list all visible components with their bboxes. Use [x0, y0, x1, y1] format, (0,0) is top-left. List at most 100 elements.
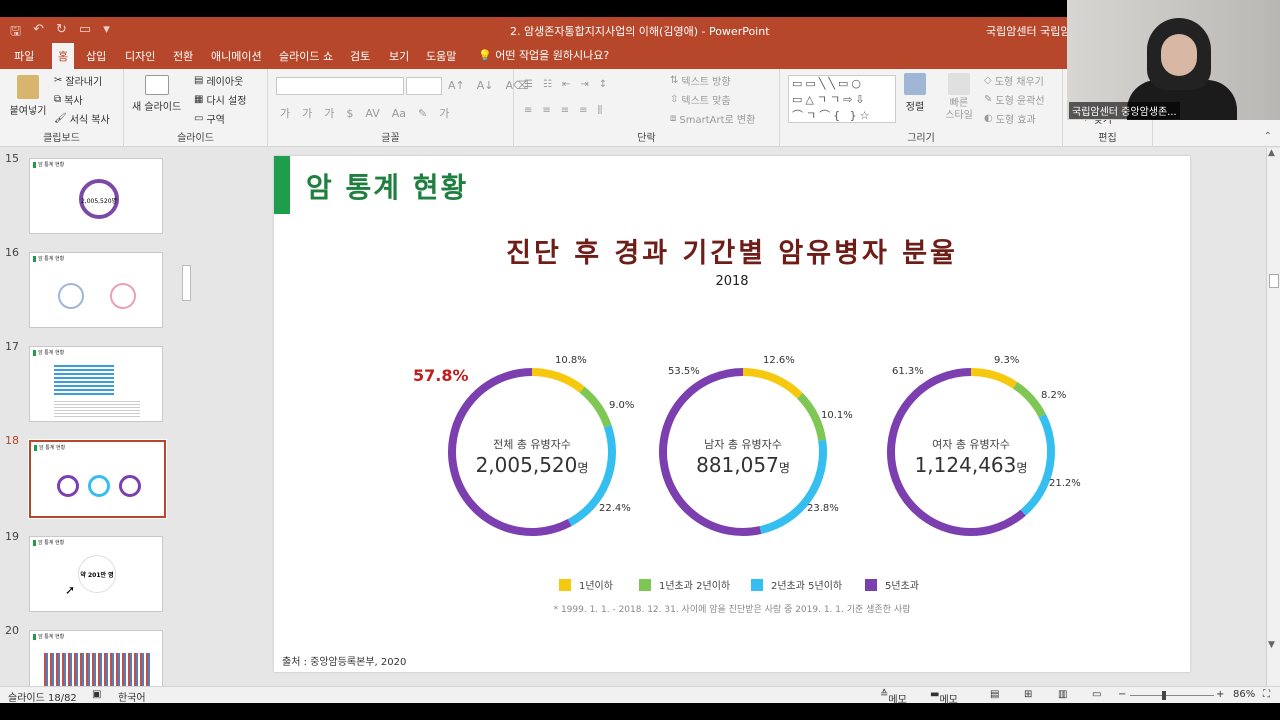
shape-outline-button[interactable]: ✎ 도형 윤곽선 [984, 92, 1045, 107]
bullets-icon[interactable]: ☰ [524, 79, 533, 90]
undo-icon[interactable]: ↶ [33, 22, 44, 44]
case-icon[interactable]: Aa [392, 107, 406, 120]
highlight-icon[interactable]: ✎ [418, 107, 427, 120]
tab-view[interactable]: 보기 [389, 48, 409, 64]
legend-item: 2년초과 5년이하 [751, 577, 842, 592]
cut-button[interactable]: ✂ 잘라내기 [54, 73, 102, 88]
align-right-icon[interactable]: ≡ [561, 105, 569, 116]
customize-qat-icon[interactable]: ▾ [103, 22, 110, 44]
thumbnail-scroll-thumb[interactable] [182, 265, 191, 301]
tab-home[interactable]: 홈 [52, 43, 75, 69]
slide-canvas[interactable]: 암 통계 현황 진단 후 경과 기간별 암유병자 분율 2018 57.8% 전… [274, 156, 1190, 672]
font-name-combo[interactable] [276, 77, 404, 95]
spellcheck-icon[interactable]: ▣ [92, 689, 101, 700]
justify-icon[interactable]: ≡ [579, 105, 587, 116]
tab-file[interactable]: 파일 [14, 48, 34, 64]
tab-animations[interactable]: 애니메이션 [211, 48, 262, 64]
slide-thumbnail-20[interactable]: 암 통계 현황 [29, 630, 163, 693]
unit: 명 [1016, 461, 1028, 475]
redo-icon[interactable]: ↻ [56, 22, 67, 44]
editor-scrollbar[interactable]: ▲ ▼ [1266, 148, 1280, 693]
zoom-slider-thumb[interactable] [1162, 691, 1166, 700]
thumbnail-donut [57, 475, 79, 497]
layout-button[interactable]: ▤ 레이아웃 [194, 73, 243, 88]
shape-effects-button[interactable]: ◐ 도형 효과 [984, 111, 1036, 126]
zoom-in-icon[interactable]: + [1216, 689, 1224, 700]
tab-design[interactable]: 디자인 [125, 48, 155, 64]
new-slide-button[interactable]: 새 슬라이드 [132, 75, 181, 113]
scroll-up-icon[interactable]: ▲ [1268, 148, 1275, 158]
copy-button[interactable]: ⧉ 복사 [54, 92, 83, 107]
columns-icon[interactable]: ⫼ [598, 105, 603, 116]
section-button[interactable]: ▭ 구역 [194, 111, 225, 126]
legend-swatch [559, 578, 571, 591]
tell-me-search[interactable]: 💡 어떤 작업을 원하시나요? [478, 47, 609, 63]
tab-transitions[interactable]: 전환 [173, 48, 193, 64]
numbering-icon[interactable]: ☷ [543, 79, 552, 90]
strikethrough-icon[interactable]: $ [346, 107, 353, 120]
arrange-button[interactable]: 정렬 [904, 73, 926, 113]
reset-button[interactable]: ▦ 다시 설정 [194, 92, 246, 107]
reading-view-icon[interactable]: ▥ [1058, 689, 1067, 700]
fit-to-window-icon[interactable]: ⛶ [1263, 689, 1270, 700]
thumbnail-scrollbar[interactable] [180, 167, 193, 697]
thumbnail-number: 15 [5, 152, 19, 165]
present-icon[interactable]: ▭ [79, 22, 91, 44]
language-indicator[interactable]: 한국어 [118, 689, 146, 704]
donut-value: 1,124,463명 [884, 453, 1058, 477]
quick-styles-button[interactable]: 빠른 스타일 [944, 73, 974, 122]
slide-thumbnail-16[interactable]: 암 통계 현황 [29, 252, 163, 328]
scroll-down-icon[interactable]: ▼ [1268, 640, 1275, 650]
decrease-indent-icon[interactable]: ⇤ [562, 79, 570, 90]
save-icon[interactable]: 🖫 [10, 22, 21, 44]
spacing-icon[interactable]: AV [365, 107, 379, 120]
slide-thumbnail-19[interactable]: 암 통계 현황 약 201만 명 [29, 536, 163, 612]
bold-icon[interactable]: 가 [280, 105, 290, 121]
editor-scroll-thumb[interactable] [1269, 274, 1279, 288]
thumbnail-number: 16 [5, 246, 19, 259]
legend-item: 1년초과 2년이하 [639, 577, 730, 592]
format-painter-button[interactable]: 🖌 서식 복사 [54, 111, 110, 126]
pct-label: 10.8% [555, 355, 587, 366]
slideshow-icon[interactable]: ▭ [1092, 689, 1101, 700]
slide-thumbnail-18[interactable]: 암 통계 현황 [28, 439, 167, 519]
smartart-button[interactable]: ⧈ SmartArt로 변환 [670, 111, 755, 126]
font-size-combo[interactable] [406, 77, 442, 95]
collapse-ribbon-icon[interactable]: ⌃ [1264, 131, 1272, 142]
shape-fill-button[interactable]: ◇ 도형 채우기 [984, 73, 1044, 88]
paste-button[interactable]: 붙여넣기 [8, 75, 48, 117]
shapes-gallery[interactable]: ▭▭╲╲▭○ ▭△ㄱㄱ⇨⇩ ⌒ㄱ⌒{ }☆ [788, 75, 896, 123]
tab-insert[interactable]: 삽입 [86, 48, 106, 64]
account-name[interactable]: 국립암센터 국립암 [986, 23, 1070, 39]
line-spacing-icon[interactable]: ↕ [599, 79, 607, 90]
section-label: 구역 [206, 115, 225, 126]
text-direction-button[interactable]: ⇅ 텍스트 방향 [670, 73, 731, 88]
tab-help[interactable]: 도움말 [426, 48, 456, 64]
zoom-slider[interactable] [1130, 695, 1214, 696]
italic-icon[interactable]: 가 [302, 105, 312, 121]
shape-outline-label: 도형 윤곽선 [995, 96, 1045, 107]
increase-indent-icon[interactable]: ⇥ [580, 79, 588, 90]
normal-view-icon[interactable]: ▤ [990, 689, 999, 700]
thumbnail-title: 암 통계 현황 [38, 350, 65, 356]
underline-icon[interactable]: 가 [324, 105, 334, 121]
notes-button[interactable]: ≙ 메모 [880, 689, 907, 706]
slide-thumbnail-17[interactable]: 암 통계 현황 [29, 346, 163, 422]
slide-sorter-icon[interactable]: ⊞ [1024, 689, 1032, 700]
pct-label: 10.1% [821, 410, 853, 421]
comments-button[interactable]: ▬ 메모 [930, 689, 958, 706]
donut-total: 전체 총 유병자수 2,005,520명 [445, 365, 619, 539]
increase-font-icon[interactable]: A↑ [448, 79, 465, 92]
pct-label: 22.4% [599, 503, 631, 514]
decrease-font-icon[interactable]: A↓ [477, 79, 494, 92]
zoom-out-icon[interactable]: − [1118, 689, 1126, 700]
font-color-icon[interactable]: 가 [439, 105, 449, 121]
align-text-button[interactable]: ⇳ 텍스트 맞춤 [670, 92, 731, 107]
align-left-icon[interactable]: ≡ [524, 105, 532, 116]
align-center-icon[interactable]: ≡ [542, 105, 550, 116]
zoom-level[interactable]: 86% [1233, 689, 1255, 700]
tab-review[interactable]: 검토 [350, 48, 370, 64]
donut-chart-svg [659, 368, 827, 536]
tab-slideshow[interactable]: 슬라이드 쇼 [279, 48, 333, 64]
slide-thumbnail-15[interactable]: 암 통계 현황 2,005,520명 [29, 158, 163, 234]
